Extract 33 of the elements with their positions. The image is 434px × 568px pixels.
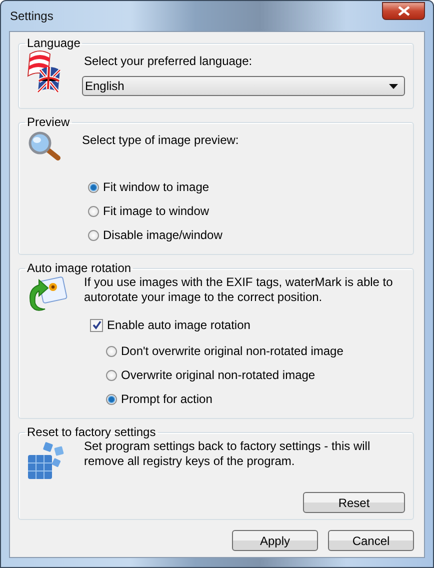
reset-button[interactable]: Reset bbox=[303, 492, 405, 513]
cubes-icon bbox=[26, 441, 66, 481]
window-title: Settings bbox=[9, 9, 54, 23]
dialog-button[interactable]: Cancel bbox=[328, 530, 414, 551]
radio-option[interactable]: Prompt for action bbox=[106, 390, 212, 408]
magnifier-icon bbox=[28, 131, 62, 161]
radio-option[interactable]: Fit window to image bbox=[88, 178, 210, 196]
radio-option[interactable]: Don't overwrite original non-rotated image bbox=[106, 342, 344, 360]
radio-option[interactable]: Disable image/window bbox=[88, 226, 222, 244]
radio-button[interactable] bbox=[88, 206, 99, 216]
dialog-button[interactable]: Apply bbox=[232, 530, 318, 551]
close-icon bbox=[398, 6, 410, 16]
language-dropdown[interactable]: English bbox=[82, 76, 405, 96]
group-title: Auto image rotation bbox=[26, 261, 132, 275]
reset-description: Set program settings back to factory settings - this will remove all registry keys of the program. bbox=[84, 439, 372, 468]
language-prompt: Select your preferred language: bbox=[84, 54, 254, 69]
group-title: Reset to factory settings bbox=[26, 425, 157, 439]
radio-button[interactable] bbox=[88, 230, 99, 240]
radio-option[interactable]: Fit image to window bbox=[88, 202, 210, 220]
group-title: Preview bbox=[26, 115, 71, 129]
rotation-description: If you use images with the EXIF tags, waterMark is able to autorotate your image to the correct position. bbox=[84, 275, 394, 304]
radio-button[interactable] bbox=[106, 346, 117, 356]
close-button[interactable] bbox=[382, 2, 425, 20]
radio-button[interactable] bbox=[106, 370, 117, 380]
radio-button[interactable] bbox=[106, 394, 117, 404]
checkbox-option[interactable]: Enable auto image rotation bbox=[90, 316, 250, 334]
checkbox[interactable] bbox=[90, 318, 103, 332]
flag-icon bbox=[26, 48, 64, 96]
radio-button[interactable] bbox=[88, 182, 99, 192]
radio-option[interactable]: Overwrite original non-rotated image bbox=[106, 366, 316, 384]
dropdown-arrow-icon bbox=[389, 84, 398, 88]
group-title: Language bbox=[26, 36, 82, 50]
preview-prompt: Select type of image preview: bbox=[82, 133, 240, 148]
